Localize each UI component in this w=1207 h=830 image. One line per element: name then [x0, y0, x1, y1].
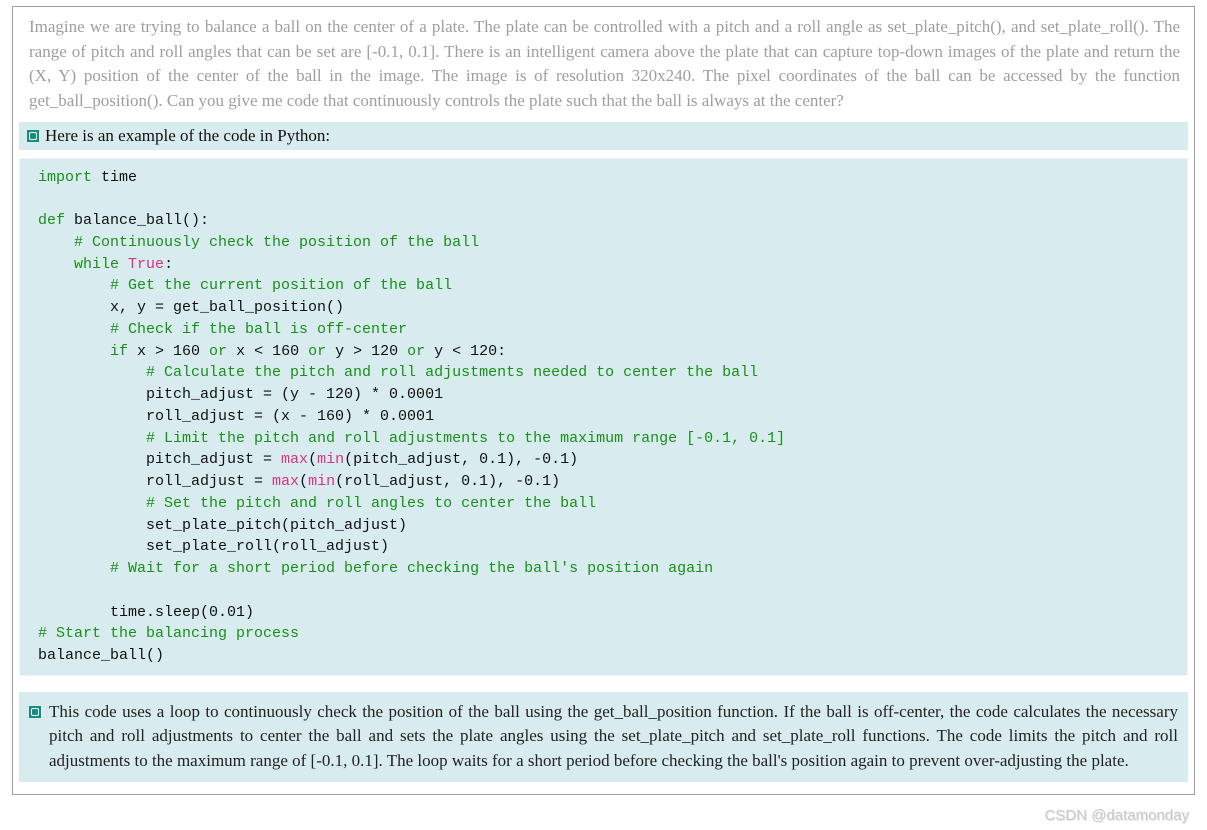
- code-line: pitch_adjust = (y - 120) * 0.0001: [38, 386, 443, 403]
- answer-intro-text: Here is an example of the code in Python…: [45, 126, 330, 146]
- code-line: x, y = get_ball_position(): [38, 299, 344, 316]
- comment: # Calculate the pitch and roll adjustmen…: [38, 364, 758, 381]
- assistant-icon: [29, 706, 41, 718]
- page-root: Imagine we are trying to balance a ball …: [0, 0, 1207, 830]
- comment: # Check if the ball is off-center: [38, 321, 407, 338]
- kw-import: import: [38, 169, 92, 186]
- comment: # Set the pitch and roll angles to cente…: [38, 495, 596, 512]
- comment: # Get the current position of the ball: [38, 277, 452, 294]
- code-line-if: if x > 160 or x < 160 or y > 120 or y < …: [38, 343, 506, 360]
- code-line: set_plate_pitch(pitch_adjust): [38, 517, 407, 534]
- comment: # Start the balancing process: [38, 625, 299, 642]
- kw-while: while: [74, 256, 119, 273]
- const-true: True: [128, 256, 164, 273]
- code-line: set_plate_roll(roll_adjust): [38, 538, 389, 555]
- code-line: roll_adjust = (x - 160) * 0.0001: [38, 408, 434, 425]
- comment: # Limit the pitch and roll adjustments t…: [38, 430, 785, 447]
- prompt-text: Imagine we are trying to balance a ball …: [29, 17, 1180, 110]
- kw-def: def: [38, 212, 65, 229]
- code-block: import time def balance_ball(): # Contin…: [19, 158, 1188, 676]
- comment: # Wait for a short period before checkin…: [38, 560, 713, 577]
- content-frame: Imagine we are trying to balance a ball …: [12, 6, 1195, 795]
- code-line: time.sleep(0.01): [38, 604, 254, 621]
- watermark-text: CSDN @datamonday: [1045, 807, 1189, 824]
- answer-explanation-bar: This code uses a loop to continuously ch…: [19, 692, 1188, 782]
- explanation-text: This code uses a loop to continuously ch…: [49, 700, 1178, 774]
- code-line: balance_ball(): [38, 647, 164, 664]
- comment: # Continuously check the position of the…: [38, 234, 479, 251]
- assistant-icon: [27, 130, 39, 142]
- user-prompt: Imagine we are trying to balance a ball …: [15, 11, 1192, 120]
- watermark-shadow: CSDN @datamonday: [1046, 808, 1190, 825]
- python-code: import time def balance_ball(): # Contin…: [20, 159, 1187, 675]
- answer-intro-bar: Here is an example of the code in Python…: [19, 122, 1188, 150]
